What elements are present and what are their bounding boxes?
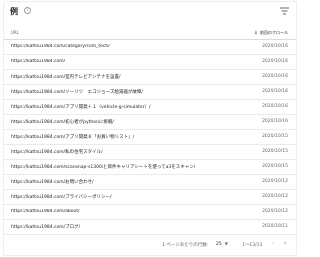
table-row[interactable]: https://kattsu1984.com/プライバシーポリシー/2020/1… [4,190,296,205]
row-last-crawl-date: 2020/10/16 [262,44,288,49]
row-last-crawl-date: 2020/10/12 [262,209,288,214]
column-header-last-crawl-label: 前回のクロール [260,30,288,35]
rows-per-page-value: 25 [216,242,222,247]
column-header-url[interactable]: URL [11,30,19,35]
row-url[interactable]: https://kattsu1984.com/アプリ開発８「お買い物リスト」/ [11,134,134,140]
table-row[interactable]: https://kattsu1984.com/アプリ開発＋１（vehicle-g… [4,100,296,115]
row-url[interactable]: https://kattsu1984.com/お問い合わせ/ [11,179,94,185]
row-last-crawl-date: 2020/10/15 [262,164,288,169]
row-url[interactable]: https://kattsu1984.com/アプリ開発＋１（vehicle-g… [11,104,151,110]
row-last-crawl-date: 2020/10/16 [262,89,288,94]
row-url[interactable]: https://kattsu1984.com/scansnap-s1300iと目… [11,164,195,170]
row-url[interactable]: https://kattsu1984.com/室内テレビアンテナを設置/ [11,74,121,80]
table-row[interactable]: https://kattsu1984.com/初心者がpythonに挑戦/202… [4,115,296,130]
table-row[interactable]: https://kattsu1984.com/about/2020/10/12 [4,205,296,220]
table-row[interactable]: https://kattsu1984.com/scansnap-s1300iと目… [4,160,296,175]
table-row[interactable]: https://kattsu1984.com/ブログ/2020/10/11 [4,220,296,235]
next-page-icon[interactable]: › [284,240,286,247]
row-url[interactable]: https://kattsu1984.com/プライバシーポリシー/ [11,194,112,200]
table-body: https://kattsu1984.com/category/com_tech… [4,40,296,235]
table-row[interactable]: https://kattsu1984.com/アプリ開発８「お買い物リスト」/ 2… [4,130,296,145]
row-url[interactable]: https://kattsu1984.com/初心者がpythonに挑戦/ [11,119,114,125]
prev-page-icon[interactable]: ‹ [272,240,274,247]
rows-per-page-select[interactable]: 25 ▼ [216,241,228,247]
row-url[interactable]: https://kattsu1984.com/ソーリツ エコジョーズ給湯器が故障… [11,89,143,95]
row-url[interactable]: https://kattsu1984.com/category/com_tech… [11,44,110,49]
row-last-crawl-date: 2020/10/11 [262,224,288,229]
row-last-crawl-date: 2020/10/16 [262,74,288,79]
row-url[interactable]: https://kattsu1984.com/ブログ/ [11,224,80,230]
pagination: 1 ページあたりの行数: 25 ▼ 1〜13/13 ‹ › [4,238,296,252]
row-url[interactable]: https://kattsu1984.com/ [11,59,65,64]
table-row[interactable]: https://kattsu1984.com/室内テレビアンテナを設置/2020… [4,70,296,85]
rows-per-page-label: 1 ページあたりの行数: [162,243,209,248]
card-header: 例 ? [4,2,296,24]
row-last-crawl-date: 2020/10/12 [262,179,288,184]
help-circle-icon[interactable]: ? [24,7,31,14]
row-last-crawl-date: 2020/10/15 [262,134,288,139]
card-title: 例 [10,7,18,16]
column-header-last-crawl[interactable]: ↓ 前回のクロール [254,30,288,36]
table-row[interactable]: https://kattsu1984.com/ソーリツ エコジョーズ給湯器が故障… [4,85,296,100]
row-url[interactable]: https://kattsu1984.com/私の住宅スタイル/ [11,149,103,155]
table-row[interactable]: https://kattsu1984.com/私の住宅スタイル/2020/10/… [4,145,296,160]
row-last-crawl-date: 2020/10/16 [262,119,288,124]
examples-card: 例 ? URL ↓ 前回のクロール https://kattsu1984.com/… [4,2,296,255]
sort-down-arrow-icon: ↓ [253,30,258,36]
page-range: 1〜13/13 [242,243,263,248]
table-header: URL ↓ 前回のクロール [4,26,296,40]
table-row[interactable]: https://kattsu1984.com/お問い合わせ/2020/10/12 [4,175,296,190]
row-last-crawl-date: 2020/10/15 [262,149,288,154]
row-last-crawl-date: 2020/10/12 [262,194,288,199]
row-last-crawl-date: 2020/10/16 [262,104,288,109]
row-last-crawl-date: 2020/10/16 [262,59,288,64]
filter-icon[interactable] [280,7,289,15]
table-row[interactable]: https://kattsu1984.com/2020/10/16 [4,55,296,70]
row-url[interactable]: https://kattsu1984.com/about/ [11,209,80,214]
table-row[interactable]: https://kattsu1984.com/category/com_tech… [4,40,296,55]
caret-down-icon: ▼ [224,241,228,246]
